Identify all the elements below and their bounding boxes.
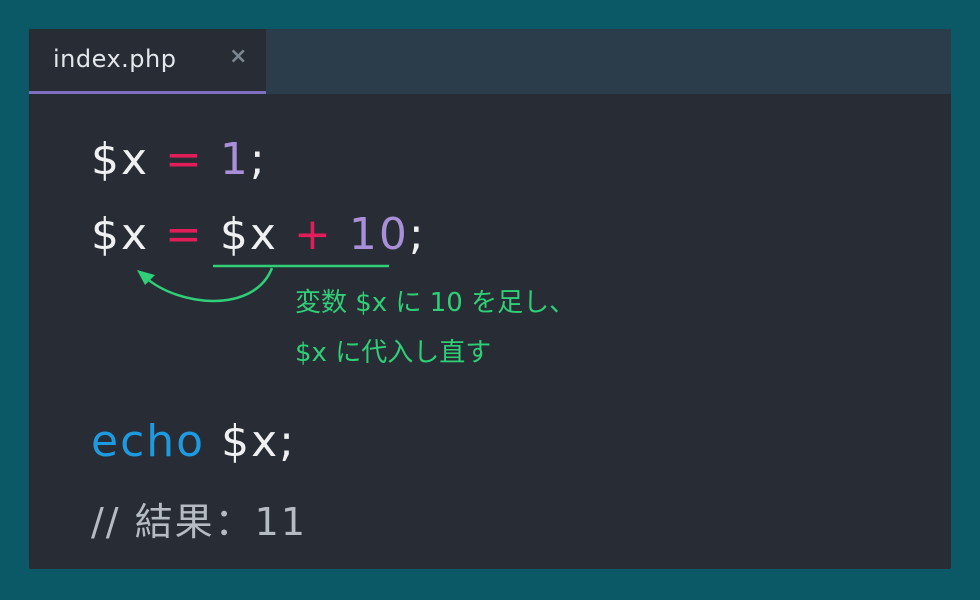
semicolon: ;: [279, 416, 296, 467]
variable: $x: [221, 416, 280, 467]
echo-keyword: echo: [91, 416, 206, 467]
comment-line: // 結果：11: [91, 500, 308, 544]
annotation-line-1: 変数 $x に 10 を足し、: [295, 288, 576, 318]
code-line-3: echo $x;: [91, 416, 296, 467]
annotation-line-2: $x に代入し直す: [295, 338, 492, 368]
code-editor-window: index.php × $x = 1; $x = $x + 10; 変数 $x …: [29, 29, 951, 569]
